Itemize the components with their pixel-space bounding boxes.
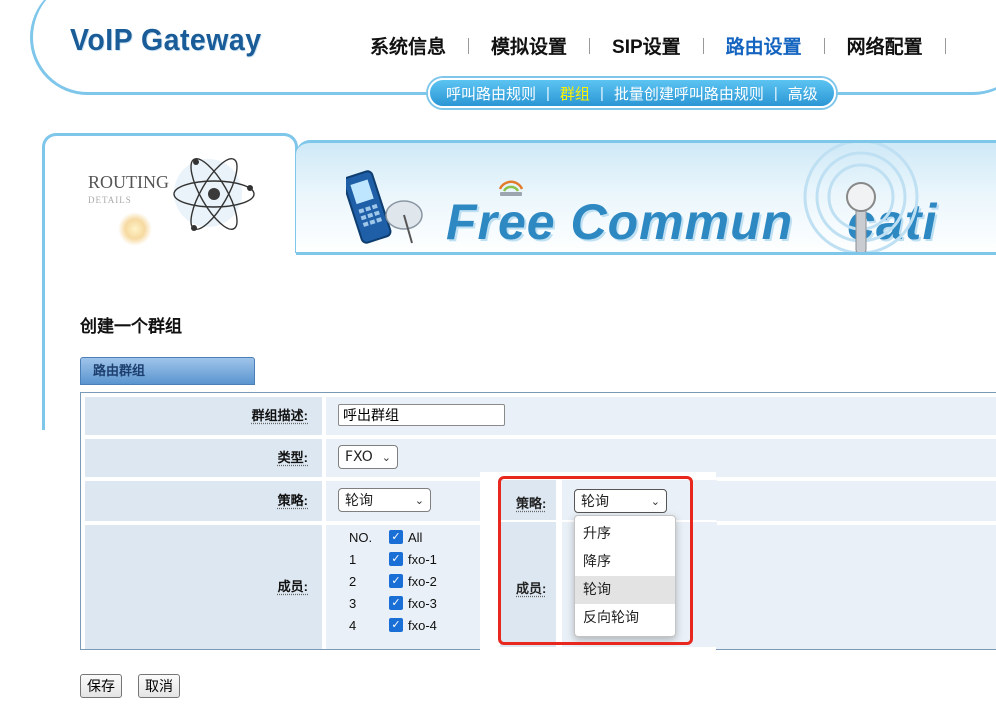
member-name: fxo-2 xyxy=(408,573,437,589)
subnav-separator: | xyxy=(599,84,604,102)
cancel-button[interactable]: 取消 xyxy=(138,674,180,698)
left-rail xyxy=(42,250,45,430)
member-number: 4 xyxy=(349,617,357,633)
nav-separator xyxy=(944,37,946,54)
type-select-value: FXO xyxy=(345,449,373,465)
routing-title: ROUTING xyxy=(88,172,169,192)
checkbox-all[interactable]: ✓ xyxy=(389,530,403,544)
list-item: 1 ✓ fxo-1 xyxy=(349,548,469,570)
member-number: 3 xyxy=(349,595,357,611)
checkbox-fxo-3[interactable]: ✓ xyxy=(389,596,403,610)
nav-system-info[interactable]: 系统信息 xyxy=(370,32,446,59)
group-description-input[interactable] xyxy=(338,404,505,426)
nav-separator xyxy=(823,37,825,54)
strategy-label-cell: 策略: xyxy=(85,481,322,521)
checkbox-fxo-1[interactable]: ✓ xyxy=(389,552,403,566)
checkbox-fxo-4[interactable]: ✓ xyxy=(389,618,403,632)
phone-icon xyxy=(346,170,423,244)
members-label-cell: 成员: xyxy=(85,525,322,649)
chevron-down-icon: ⌄ xyxy=(381,450,391,464)
sub-nav: 呼叫路由规则 | 群组 | 批量创建呼叫路由规则 | 高级 xyxy=(428,78,836,108)
member-number: 2 xyxy=(349,573,357,589)
desc-label: 群组描述: xyxy=(251,408,308,423)
banner-graphic: Free Commun cati xyxy=(296,140,996,255)
nav-separator xyxy=(468,37,470,54)
strategy-select-value: 轮询 xyxy=(345,493,373,509)
type-label-cell: 类型: xyxy=(85,439,322,477)
type-select[interactable]: FXO ⌄ xyxy=(338,445,398,469)
subnav-advanced[interactable]: 高级 xyxy=(788,83,818,104)
glow-decoration xyxy=(118,212,152,246)
nav-separator xyxy=(702,37,704,54)
routing-subtitle: DETAILS xyxy=(88,195,132,205)
main-nav: 系统信息 模拟设置 SIP设置 路由设置 网络配置 xyxy=(370,32,968,59)
desc-label-cell: 群组描述: xyxy=(85,397,322,435)
members-all-label: All xyxy=(408,529,423,545)
nav-sip-settings[interactable]: SIP设置 xyxy=(612,32,681,59)
highlight-box xyxy=(498,476,693,645)
nav-routing-settings[interactable]: 路由设置 xyxy=(726,32,802,59)
member-name: fxo-4 xyxy=(408,617,437,633)
member-name: fxo-3 xyxy=(408,595,437,611)
checkbox-fxo-2[interactable]: ✓ xyxy=(389,574,403,588)
chevron-down-icon: ⌄ xyxy=(414,493,424,507)
member-name: fxo-1 xyxy=(408,551,437,567)
subnav-separator: | xyxy=(773,84,778,102)
subnav-call-routing-rules[interactable]: 呼叫路由规则 xyxy=(446,83,536,104)
list-item: 3 ✓ fxo-3 xyxy=(349,592,469,614)
subnav-batch-create-rules[interactable]: 批量创建呼叫路由规则 xyxy=(614,83,764,104)
type-label: 类型: xyxy=(277,450,308,465)
subnav-separator: | xyxy=(546,84,550,102)
strategy-label: 策略: xyxy=(277,493,308,508)
members-no-header: NO. xyxy=(349,529,373,545)
subnav-groups[interactable]: 群组 xyxy=(560,83,590,104)
nav-separator xyxy=(589,37,591,54)
logo: VoIP Gateway xyxy=(70,22,262,57)
member-number: 1 xyxy=(349,551,357,567)
nav-analog-settings[interactable]: 模拟设置 xyxy=(491,32,567,59)
atom-icon xyxy=(173,158,255,231)
list-item: 4 ✓ fxo-4 xyxy=(349,614,469,636)
banner-bottom-line xyxy=(296,252,996,255)
members-header: NO. ✓ All xyxy=(349,526,469,548)
page-title: 创建一个群组 xyxy=(80,317,182,336)
banner-slogan-head: Free Commun xyxy=(446,194,794,250)
list-item: 2 ✓ fxo-2 xyxy=(349,570,469,592)
strategy-select[interactable]: 轮询 ⌄ xyxy=(338,488,431,512)
antenna-pin-icon xyxy=(803,143,919,255)
save-button[interactable]: 保存 xyxy=(80,674,122,698)
members-label: 成员: xyxy=(277,579,308,594)
nav-network-config[interactable]: 网络配置 xyxy=(847,32,923,59)
tab-route-group[interactable]: 路由群组 xyxy=(80,357,255,385)
